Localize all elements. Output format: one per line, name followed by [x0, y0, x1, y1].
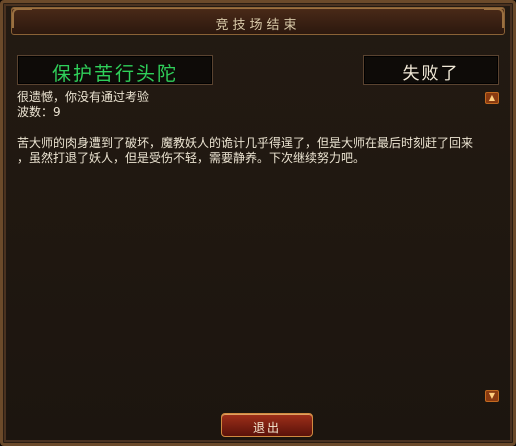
result-panel: 失败了	[363, 55, 499, 85]
message-line: ，虽然打退了妖人，但是受伤不轻，需要静养。下次继续努力吧。	[17, 151, 366, 165]
message-line: 很遗憾，你没有通过考验	[17, 90, 150, 104]
mission-name: 保护苦行头陀	[51, 63, 178, 85]
result-message: 很遗憾，你没有通过考验 波数：9 苦大师的肉身遭到了破坏，魔教妖人的诡计几乎得逞…	[17, 90, 483, 404]
title-bar[interactable]: 竞技场结束	[11, 7, 505, 35]
result-status: 失败了	[402, 64, 460, 84]
scrollbar[interactable]: ▲ ▼	[485, 92, 499, 402]
window-title: 竞技场结束	[215, 18, 301, 33]
exit-button[interactable]: 退出	[221, 413, 313, 437]
down-arrow-icon[interactable]: ▼	[485, 390, 499, 402]
exit-button-label: 退出	[252, 421, 281, 435]
up-arrow-icon[interactable]: ▲	[485, 92, 499, 104]
mission-name-panel: 保护苦行头陀	[17, 55, 213, 85]
wave-count: 波数：9	[17, 105, 61, 119]
arena-result-window: 竞技场结束 保护苦行头陀 失败了 很遗憾，你没有通过考验 波数：9 苦大师的肉身…	[0, 0, 516, 446]
message-line: 苦大师的肉身遭到了破坏，魔教妖人的诡计几乎得逞了，但是大师在最后时刻赶了回来	[17, 136, 474, 150]
